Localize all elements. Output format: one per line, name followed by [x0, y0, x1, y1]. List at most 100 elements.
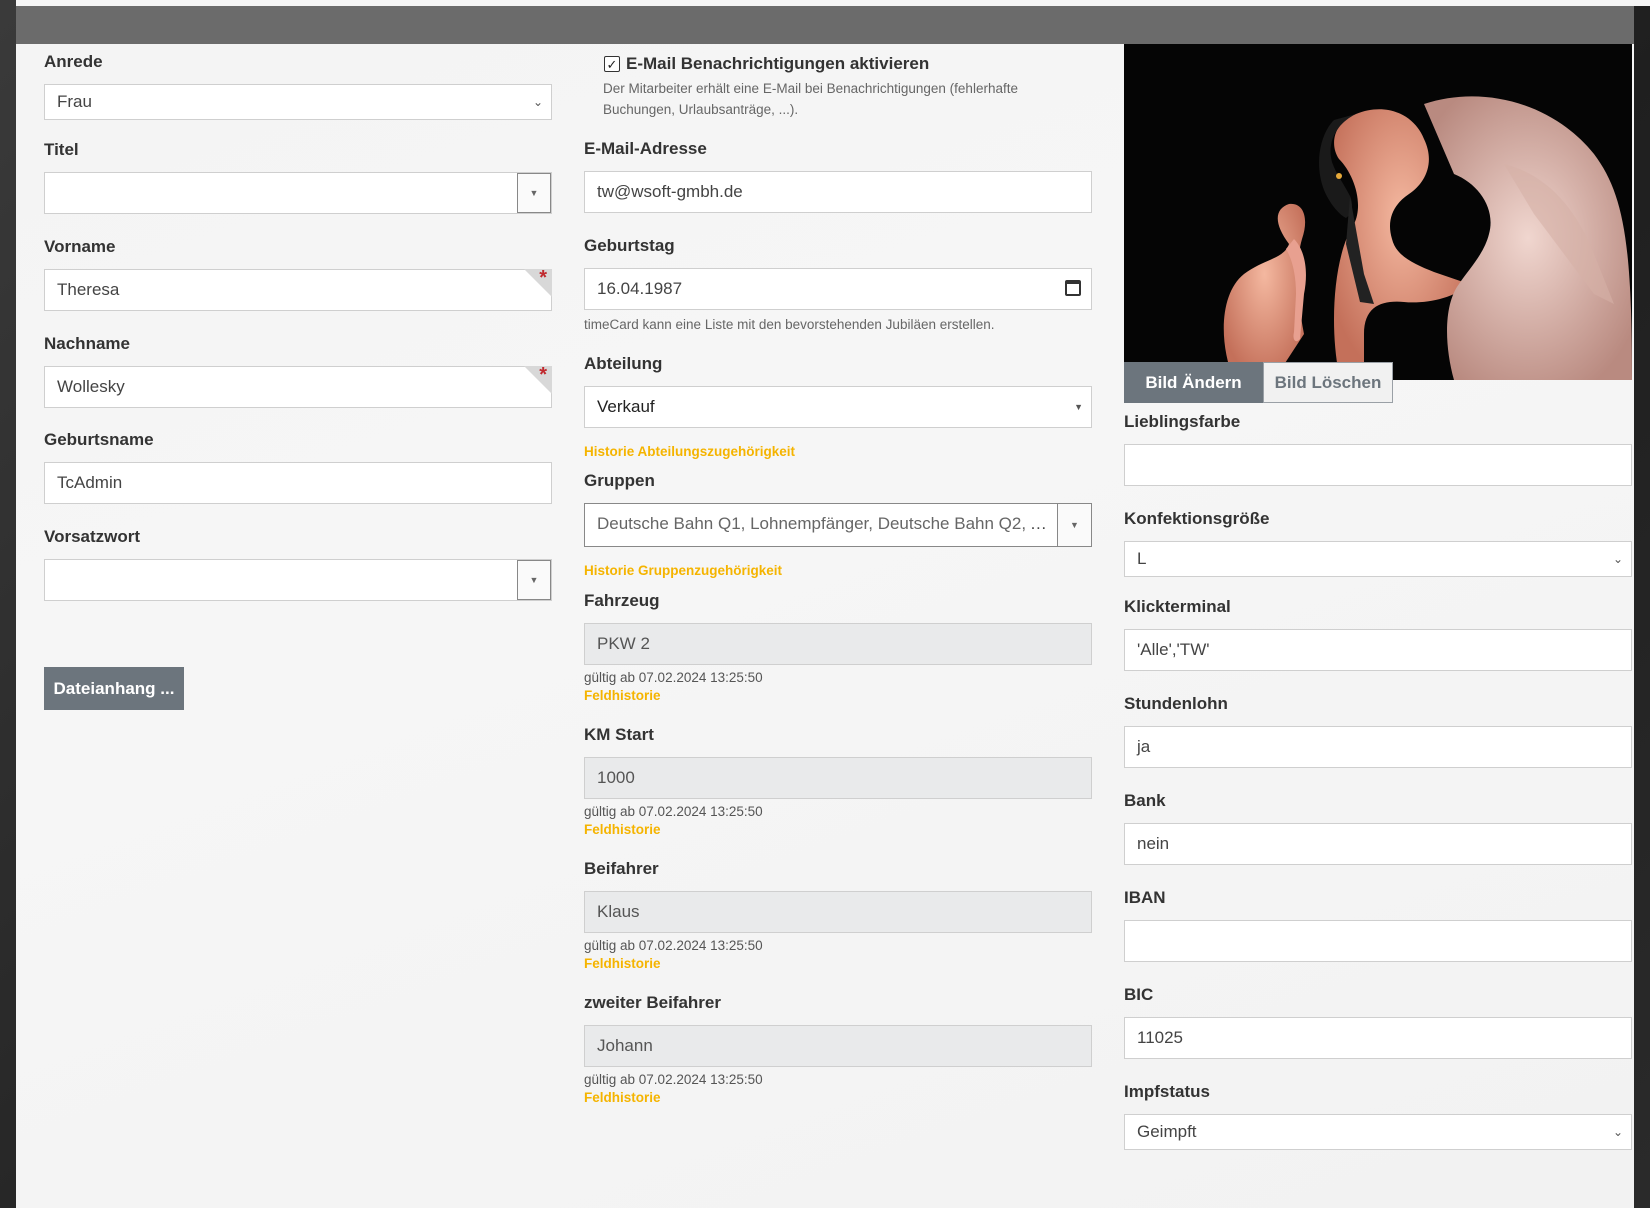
titel-combobox[interactable]: ▼: [44, 172, 552, 214]
required-marker: *: [524, 269, 552, 311]
stundenlohn-label: Stundenlohn: [1124, 694, 1228, 713]
chevron-down-icon: ⌄: [1612, 552, 1623, 566]
gruppen-history-link[interactable]: Historie Gruppenzugehörigkeit: [584, 563, 782, 578]
bic-value: 11025: [1137, 1028, 1184, 1047]
beifahrer-history-link[interactable]: Feldhistorie: [584, 955, 763, 973]
chevron-down-icon: ⌄: [532, 95, 543, 109]
konfektionsgroesse-select[interactable]: L ⌄: [1124, 541, 1632, 577]
attachment-button[interactable]: Dateianhang ...: [44, 667, 184, 710]
anrede-select[interactable]: Frau ⌄: [44, 84, 552, 120]
titel-dropdown-button[interactable]: ▼: [517, 173, 551, 213]
calendar-icon[interactable]: [1065, 280, 1081, 296]
vorname-value: Theresa: [57, 280, 120, 299]
abteilung-history-link[interactable]: Historie Abteilungszugehörigkeit: [584, 444, 795, 459]
bank-input[interactable]: nein: [1124, 823, 1632, 865]
bank-label: Bank: [1124, 791, 1166, 810]
iban-label: IBAN: [1124, 888, 1166, 907]
change-photo-button[interactable]: Bild Ändern: [1124, 362, 1263, 403]
geburtstag-field: Geburtstag 16.04.1987 timeCard kann eine…: [584, 236, 1092, 332]
bic-label: BIC: [1124, 985, 1154, 1004]
caret-down-icon: ▼: [1074, 402, 1083, 412]
bank-field: Bank nein: [1124, 791, 1632, 865]
nachname-value: Wollesky: [57, 377, 125, 396]
stundenlohn-input[interactable]: ja: [1124, 726, 1632, 768]
fahrzeug-history-link[interactable]: Feldhistorie: [584, 687, 763, 705]
geburtsname-value: TcAdmin: [57, 473, 123, 492]
anrede-field: Anrede Frau ⌄: [44, 52, 552, 120]
bank-value: nein: [1137, 834, 1170, 853]
email-input[interactable]: tw@wsoft-gmbh.de: [584, 171, 1092, 213]
nachname-input[interactable]: Wollesky: [44, 366, 552, 408]
email-notify-hint: Der Mitarbeiter erhält eine E-Mail bei B…: [603, 81, 1018, 117]
fahrzeug-input: PKW 2: [584, 623, 1092, 665]
caret-down-icon: ▼: [1070, 520, 1079, 530]
geburtsname-field: Geburtsname TcAdmin: [44, 430, 552, 504]
abteilung-select[interactable]: Verkauf ▼: [584, 386, 1092, 428]
stundenlohn-field: Stundenlohn ja: [1124, 694, 1632, 768]
anrede-label: Anrede: [44, 52, 103, 71]
beifahrer-valid-from: gültig ab 07.02.2024 13:25:50: [584, 938, 763, 953]
email-notify-label: E-Mail Benachrichtigungen aktivieren: [626, 54, 930, 73]
km-start-input: 1000: [584, 757, 1092, 799]
vorname-label: Vorname: [44, 237, 116, 256]
iban-field: IBAN: [1124, 888, 1632, 962]
gruppen-field: Gruppen Deutsche Bahn Q1, Lohnempfänger,…: [584, 471, 1092, 578]
km-start-valid-from: gültig ab 07.02.2024 13:25:50: [584, 804, 763, 819]
bic-input[interactable]: 11025: [1124, 1017, 1632, 1059]
bic-field: BIC 11025: [1124, 985, 1632, 1059]
geburtstag-input[interactable]: 16.04.1987: [584, 268, 1092, 310]
stundenlohn-value: ja: [1137, 737, 1151, 756]
fahrzeug-value: PKW 2: [597, 634, 650, 653]
required-marker: *: [524, 366, 552, 408]
klickterminal-field: Klickterminal 'Alle','TW': [1124, 597, 1632, 671]
fahrzeug-field: Fahrzeug PKW 2 gültig ab 07.02.2024 13:2…: [584, 591, 1092, 703]
email-field: E-Mail-Adresse tw@wsoft-gmbh.de: [584, 139, 1092, 213]
km-start-label: KM Start: [584, 725, 654, 744]
km-start-field: KM Start 1000 gültig ab 07.02.2024 13:25…: [584, 725, 1092, 837]
konfektionsgroesse-field: Konfektionsgröße L ⌄: [1124, 509, 1632, 577]
abteilung-value: Verkauf: [597, 397, 655, 416]
beifahrer-value: Klaus: [597, 902, 640, 921]
vorname-input[interactable]: Theresa: [44, 269, 552, 311]
impfstatus-label: Impfstatus: [1124, 1082, 1210, 1101]
gruppen-label: Gruppen: [584, 471, 655, 490]
zweiter-beifahrer-field: zweiter Beifahrer Johann gültig ab 07.02…: [584, 993, 1092, 1105]
anrede-value: Frau: [57, 92, 92, 111]
impfstatus-select[interactable]: Geimpft ⌄: [1124, 1114, 1632, 1150]
fahrzeug-valid-from: gültig ab 07.02.2024 13:25:50: [584, 670, 763, 685]
required-asterisk: *: [539, 366, 547, 386]
delete-photo-button[interactable]: Bild Löschen: [1263, 362, 1393, 403]
vorsatzwort-combobox[interactable]: ▼: [44, 559, 552, 601]
lieblingsfarbe-field: Lieblingsfarbe: [1124, 412, 1632, 486]
klickterminal-value: 'Alle','TW': [1137, 640, 1210, 659]
gruppen-multiselect[interactable]: Deutsche Bahn Q1, Lohnempfänger, Deutsch…: [584, 503, 1092, 547]
km-start-value: 1000: [597, 768, 635, 787]
konfektionsgroesse-label: Konfektionsgröße: [1124, 509, 1270, 528]
flamingo-photo-icon: [1124, 44, 1632, 380]
vorsatzwort-field: Vorsatzwort ▼: [44, 527, 552, 601]
fahrzeug-label: Fahrzeug: [584, 591, 660, 610]
iban-input[interactable]: [1124, 920, 1632, 962]
impfstatus-value: Geimpft: [1137, 1122, 1197, 1141]
beifahrer-input: Klaus: [584, 891, 1092, 933]
zweiter-beifahrer-history-link[interactable]: Feldhistorie: [584, 1089, 763, 1107]
klickterminal-input[interactable]: 'Alle','TW': [1124, 629, 1632, 671]
abteilung-label: Abteilung: [584, 354, 663, 373]
gruppen-dropdown-button[interactable]: ▼: [1057, 504, 1091, 546]
zweiter-beifahrer-valid-from: gültig ab 07.02.2024 13:25:50: [584, 1072, 763, 1087]
nachname-label: Nachname: [44, 334, 130, 353]
gruppen-value: Deutsche Bahn Q1, Lohnempfänger, Deutsch…: [597, 514, 1056, 533]
km-start-history-link[interactable]: Feldhistorie: [584, 821, 763, 839]
geburtsname-input[interactable]: TcAdmin: [44, 462, 552, 504]
employee-photo: [1124, 44, 1632, 380]
abteilung-field: Abteilung Verkauf ▼ Historie Abteilungsz…: [584, 354, 1092, 459]
lieblingsfarbe-input[interactable]: [1124, 444, 1632, 486]
vorsatzwort-dropdown-button[interactable]: ▼: [517, 560, 551, 600]
beifahrer-label: Beifahrer: [584, 859, 659, 878]
checkmark-icon: ✓: [606, 56, 618, 72]
beifahrer-field: Beifahrer Klaus gültig ab 07.02.2024 13:…: [584, 859, 1092, 971]
impfstatus-field: Impfstatus Geimpft ⌄: [1124, 1082, 1632, 1150]
email-notify-checkbox[interactable]: ✓: [604, 56, 620, 72]
zweiter-beifahrer-value: Johann: [597, 1036, 653, 1055]
caret-down-icon: ▼: [529, 188, 539, 198]
